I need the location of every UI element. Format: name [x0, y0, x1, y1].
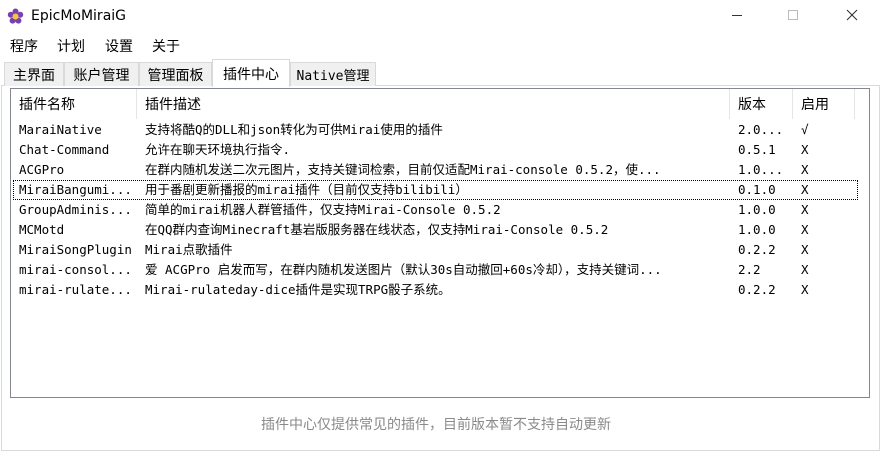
table-row[interactable]: MCMotd 在QQ群内查询Minecraft基岩版服务器在线状态，仅支持Mir…	[11, 220, 869, 240]
flower-logo-icon	[7, 8, 24, 25]
table-row[interactable]: ACGPro 在群内随机发送二次元图片，支持关键词检索，目前仅适配Mirai-c…	[11, 160, 869, 180]
plugin-enabled: X	[801, 182, 809, 197]
tab-admin-panel[interactable]: 管理面板	[139, 62, 212, 86]
window-title: EpicMoMiraiG	[31, 8, 127, 24]
plugin-description: 用于番剧更新播报的mirai插件（目前仅支持bilibili）	[145, 182, 468, 197]
tab-plugin-center[interactable]: 插件中心	[212, 59, 290, 87]
plugin-version: 1.0.0	[738, 222, 776, 237]
table-row[interactable]: MaraiNative 支持将酷Q的DLL和json转化为可供Mirai使用的插…	[11, 120, 869, 140]
plugin-description: 简单的mirai机器人群管插件，仅支持Mirai-Console 0.5.2	[145, 202, 501, 217]
plugin-enabled: X	[801, 282, 809, 297]
plugin-name: Chat-Command	[19, 142, 110, 157]
plugin-description: Mirai-rulateday-dice插件是实现TRPG骰子系统。	[145, 282, 451, 297]
table-row-focused[interactable]: MiraiBangumi... 用于番剧更新播报的mirai插件（目前仅支持bi…	[13, 180, 858, 200]
plugin-description: 在群内随机发送二次元图片，支持关键词检索，目前仅适配Mirai-console …	[145, 162, 661, 177]
menu-program[interactable]: 程序	[10, 36, 38, 56]
plugin-enabled: X	[801, 202, 809, 217]
plugin-enabled: √	[801, 122, 809, 137]
plugin-version: 1.0...	[738, 162, 784, 177]
plugin-version: 0.2.2	[738, 242, 776, 257]
tab-native-manager[interactable]: Native管理	[290, 62, 376, 86]
menu-bar: 程序 计划 设置 关于	[0, 34, 883, 56]
tab-main[interactable]: 主界面	[4, 62, 64, 86]
column-header-version[interactable]: 版本	[730, 89, 793, 119]
table-row[interactable]: Chat-Command 允许在聊天环境执行指令. 0.5.1 X	[11, 140, 869, 160]
table-row[interactable]: GroupAdminis... 简单的mirai机器人群管插件，仅支持Mirai…	[11, 200, 869, 220]
plugin-enabled: X	[801, 142, 809, 157]
plugin-version: 0.5.1	[738, 142, 776, 157]
table-row[interactable]: MiraiSongPlugin Mirai点歌插件 0.2.2 X	[11, 240, 869, 260]
maximize-icon	[787, 9, 799, 25]
minimize-icon	[731, 9, 743, 25]
list-header: 插件名称 插件描述 版本 启用	[11, 89, 869, 119]
plugin-enabled: X	[801, 162, 809, 177]
plugin-enabled: X	[801, 242, 809, 257]
plugin-name: GroupAdminis...	[19, 202, 132, 217]
plugin-version: 2.2	[738, 262, 761, 277]
plugin-description: 支持将酷Q的DLL和json转化为可供Mirai使用的插件	[145, 122, 443, 137]
table-row[interactable]: mirai-consol... 爱 ACGPro 启发而写，在群内随机发送图片（…	[11, 260, 869, 280]
plugin-name: MaraiNative	[19, 122, 102, 137]
column-header-name[interactable]: 插件名称	[11, 89, 137, 119]
plugin-name: mirai-rulate...	[19, 282, 132, 297]
plugin-enabled: X	[801, 222, 809, 237]
tab-accounts[interactable]: 账户管理	[64, 62, 139, 86]
plugin-version: 1.0.0	[738, 202, 776, 217]
plugin-name: mirai-consol...	[19, 262, 132, 277]
plugin-description: 允许在聊天环境执行指令.	[145, 142, 291, 157]
menu-settings[interactable]: 设置	[105, 36, 133, 56]
plugin-list[interactable]: 插件名称 插件描述 版本 启用 MaraiNative 支持将酷Q的DLL和js…	[10, 88, 870, 398]
column-header-enabled[interactable]: 启用	[793, 89, 855, 119]
plugin-center-notice: 插件中心仅提供常见的插件，目前版本暂不支持自动更新	[261, 417, 611, 433]
plugin-name: MiraiSongPlugin	[19, 242, 132, 257]
menu-about[interactable]: 关于	[152, 36, 180, 56]
close-button[interactable]	[829, 0, 875, 34]
close-icon	[846, 9, 858, 25]
plugin-name: MCMotd	[19, 222, 65, 237]
plugin-version: 2.0...	[738, 122, 784, 137]
menu-schedule[interactable]: 计划	[57, 36, 85, 56]
plugin-enabled: X	[801, 262, 809, 277]
plugin-description: 在QQ群内查询Minecraft基岩版服务器在线状态，仅支持Mirai-Cons…	[145, 222, 609, 237]
plugin-version: 0.2.2	[738, 282, 776, 297]
column-header-description[interactable]: 插件描述	[137, 89, 730, 119]
plugin-description: Mirai点歌插件	[145, 242, 233, 257]
title-bar: EpicMoMiraiG	[0, 0, 883, 34]
plugin-description: 爱 ACGPro 启发而写，在群内随机发送图片（默认30s自动撤回+60s冷却）…	[145, 262, 662, 277]
plugin-name: MiraiBangumi...	[19, 182, 132, 197]
maximize-button[interactable]	[770, 0, 816, 34]
plugin-version: 0.1.0	[738, 182, 776, 197]
minimize-button[interactable]	[714, 0, 760, 34]
plugin-name: ACGPro	[19, 162, 65, 177]
table-row[interactable]: mirai-rulate... Mirai-rulateday-dice插件是实…	[11, 280, 869, 300]
tab-strip: 主界面 账户管理 管理面板 插件中心 Native管理	[0, 58, 883, 87]
